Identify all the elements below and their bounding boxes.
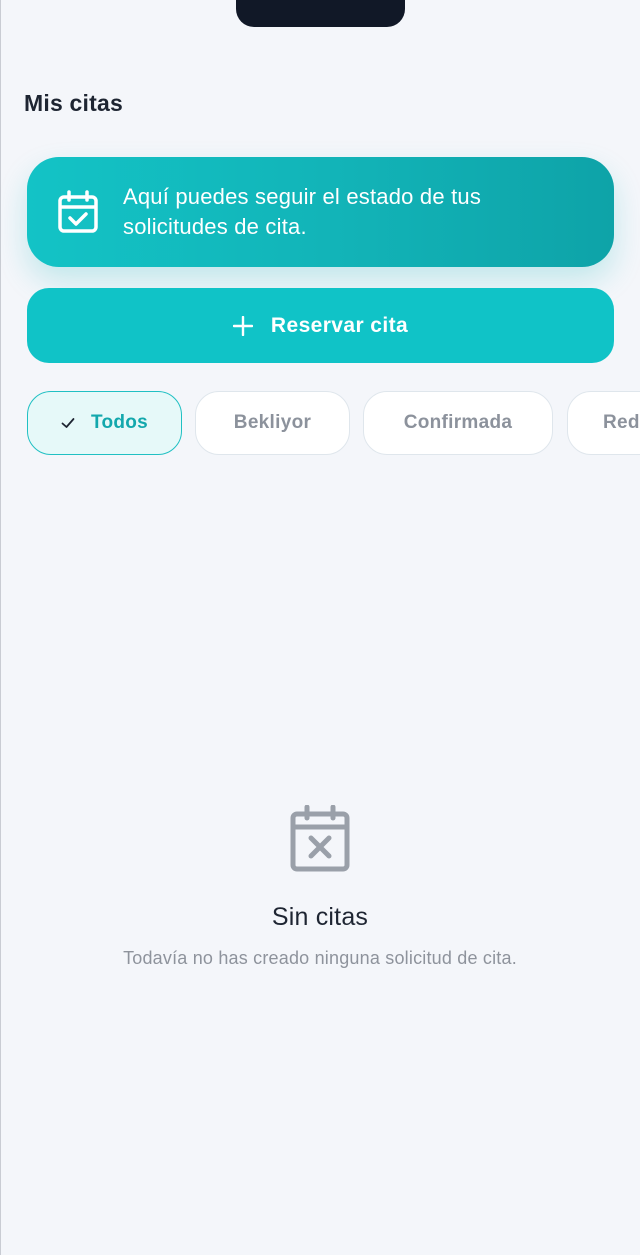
filter-chip-confirmada[interactable]: Confirmada	[363, 391, 553, 455]
calendar-check-icon	[58, 190, 98, 233]
filter-chip-label: Todos	[90, 412, 149, 433]
filter-chip-label: Confirmada	[403, 412, 513, 433]
page-title: Mis citas	[24, 90, 123, 116]
reserve-appointment-label: Reservar cita	[270, 313, 409, 337]
info-banner: Aquí puedes seguir el estado de tus soli…	[27, 157, 614, 267]
info-banner-text: Aquí puedes seguir el estado de tus soli…	[123, 182, 481, 242]
empty-state-title: Sin citas	[271, 903, 369, 931]
filter-chip-bekliyor[interactable]: Bekliyor	[195, 391, 350, 455]
empty-state: Sin citas Todavía no has creado ninguna …	[0, 805, 640, 969]
filter-chip-label: Red	[603, 412, 640, 433]
device-notch	[236, 0, 405, 27]
calendar-x-icon	[290, 805, 350, 872]
filter-chip-todos[interactable]: Todos	[27, 391, 182, 455]
filter-chip-label: Bekliyor	[233, 412, 312, 433]
info-banner-line-1: Aquí puedes seguir el estado de tus	[123, 184, 482, 209]
plus-icon	[232, 315, 253, 336]
check-icon	[61, 418, 75, 428]
empty-state-subtitle: Todavía no has creado ninguna solicitud …	[123, 948, 517, 968]
reserve-appointment-button[interactable]: Reservar cita	[27, 288, 614, 363]
info-banner-line-2: solicitudes de cita.	[123, 214, 307, 239]
status-filter-bar: Todos Bekliyor Confirmada Red	[0, 391, 640, 457]
filter-chip-red[interactable]: Red	[567, 391, 640, 455]
